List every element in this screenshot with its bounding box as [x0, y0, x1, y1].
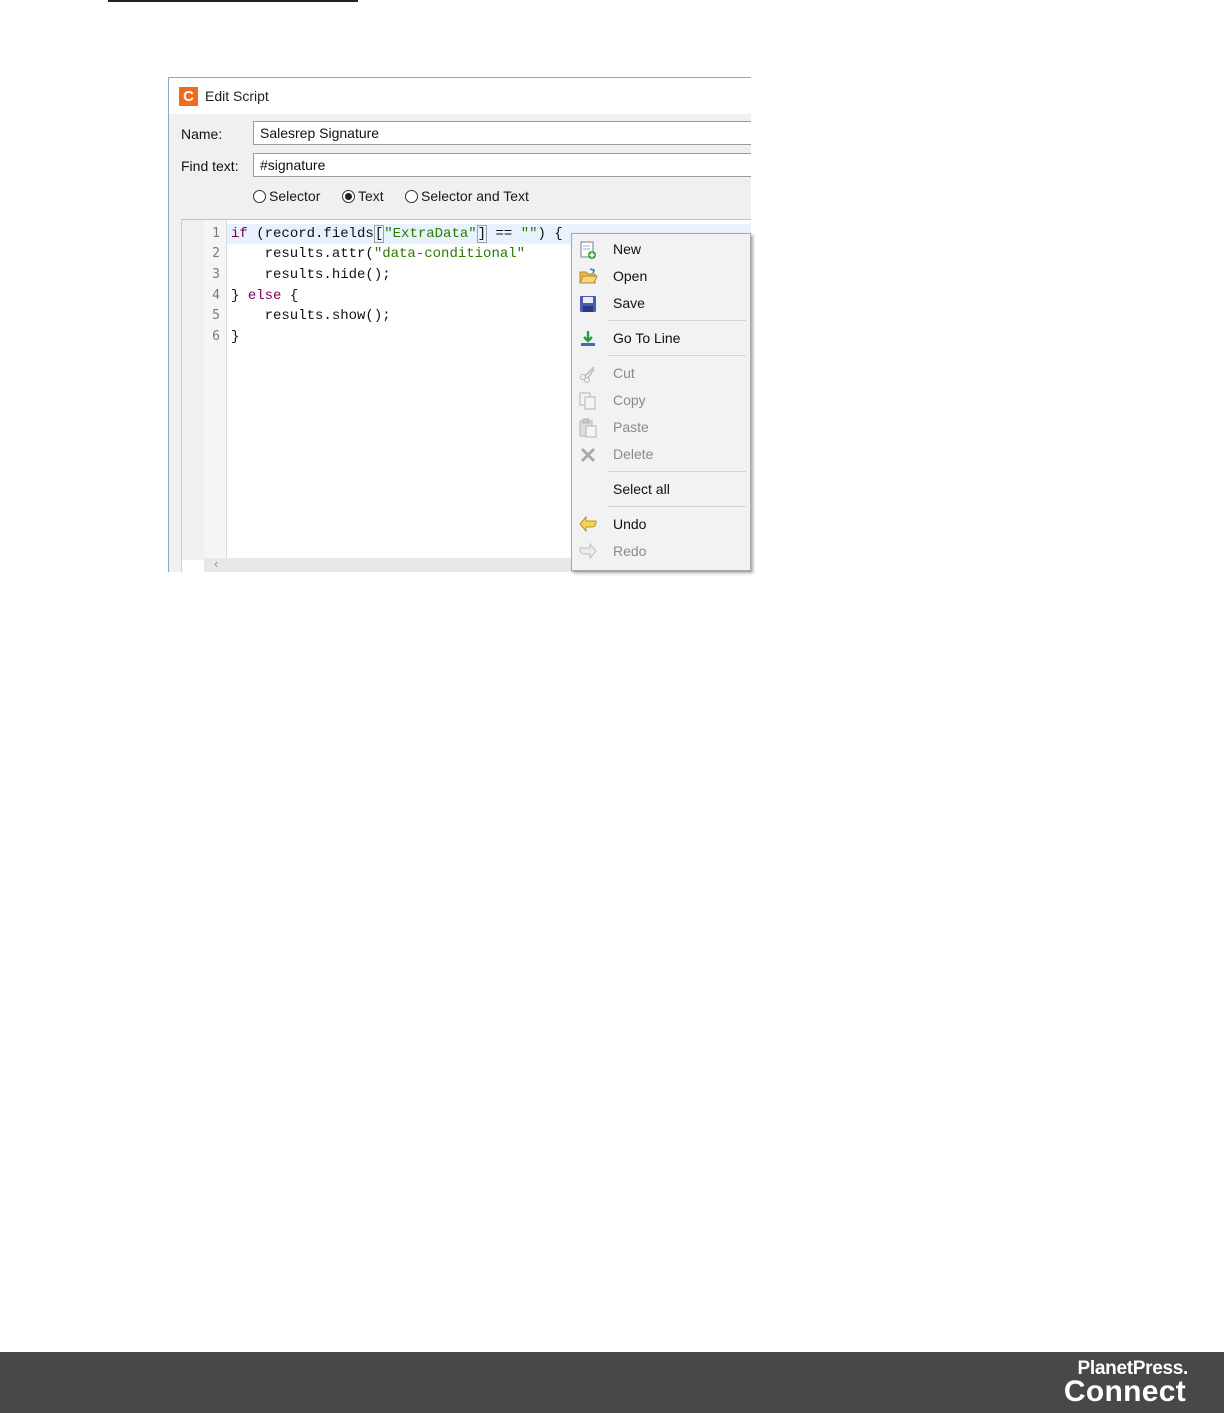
app-logo-icon: C: [179, 87, 198, 106]
radio-circle-icon: [405, 190, 418, 203]
menu-item-copy[interactable]: Copy: [572, 387, 750, 413]
menu-item-label: New: [613, 241, 642, 257]
menu-item-cut[interactable]: Cut: [572, 360, 750, 386]
code-line: results.attr("data-conditional": [231, 246, 526, 262]
line-number: 3: [212, 267, 220, 282]
go-to-line-icon: [581, 331, 595, 346]
menu-item-label: Undo: [613, 516, 647, 532]
menu-item-undo[interactable]: Undo: [572, 511, 750, 537]
menu-item-save[interactable]: Save: [572, 290, 750, 316]
find-text-input[interactable]: #signature: [253, 153, 751, 177]
code-line: } else {: [231, 288, 299, 304]
menu-item-label: Copy: [613, 392, 646, 408]
brand-logo-line2: Connect: [1063, 1375, 1186, 1408]
radio-selected-icon: [342, 190, 355, 203]
menu-item-label: Paste: [613, 419, 649, 435]
copy-icon: [579, 392, 596, 410]
paste-icon: [579, 418, 597, 438]
menu-item-label: Delete: [613, 446, 654, 462]
title-bar: C Edit Script: [169, 78, 751, 114]
dialog-title: Edit Script: [205, 88, 269, 104]
menu-item-new[interactable]: New: [572, 236, 750, 262]
menu-item-label: Cut: [613, 365, 635, 381]
open-folder-icon: [579, 268, 598, 284]
radio-selector-and-text-label: Selector and Text: [421, 188, 529, 204]
menu-item-paste[interactable]: Paste: [572, 414, 750, 440]
radio-selector-label: Selector: [269, 188, 321, 204]
menu-item-delete[interactable]: Delete: [572, 441, 750, 467]
redo-icon: [579, 542, 597, 560]
save-icon: [580, 296, 596, 312]
menu-item-label: Go To Line: [613, 330, 681, 346]
menu-separator: [608, 506, 746, 507]
radio-selector[interactable]: Selector: [253, 188, 320, 204]
name-label: Name:: [181, 126, 223, 142]
code-line: results.show();: [231, 308, 391, 324]
radio-text[interactable]: Text: [342, 188, 384, 204]
code-line: }: [231, 329, 240, 345]
line-number: 4: [212, 288, 220, 303]
menu-separator: [608, 355, 746, 356]
context-menu: New Open Save Go To Line Cut Copy Paste …: [571, 233, 751, 571]
line-number: 1: [212, 226, 220, 241]
menu-separator: [608, 320, 746, 321]
find-text-label: Find text:: [181, 158, 239, 174]
menu-item-open[interactable]: Open: [572, 263, 750, 289]
radio-selector-and-text[interactable]: Selector and Text: [405, 188, 529, 204]
code-line: if (record.fields["ExtraData"] == "") {: [231, 225, 563, 243]
line-numbers: 1 2 3 4 5 6: [204, 220, 227, 558]
menu-item-go-to-line[interactable]: Go To Line: [572, 325, 750, 351]
name-input[interactable]: Salesrep Signature: [253, 121, 751, 145]
scroll-left-arrow-icon[interactable]: ‹: [214, 556, 218, 571]
menu-item-redo[interactable]: Redo: [572, 538, 750, 564]
top-rule: [108, 0, 358, 2]
radio-circle-icon: [253, 190, 266, 203]
line-number: 5: [212, 308, 220, 323]
menu-separator: [608, 471, 746, 472]
delete-icon: [580, 447, 596, 463]
menu-item-select-all[interactable]: Select all: [572, 476, 750, 502]
menu-item-label: Open: [613, 268, 648, 284]
cut-icon: [580, 366, 595, 383]
menu-item-label: Redo: [613, 543, 647, 559]
menu-item-label: Select all: [613, 481, 670, 497]
line-number: 6: [212, 329, 220, 344]
new-file-icon: [580, 241, 596, 259]
code-line: results.hide();: [231, 267, 391, 283]
line-number: 2: [212, 246, 220, 261]
page-footer: PlanetPress. Connect: [0, 1352, 1224, 1413]
undo-icon: [579, 515, 597, 533]
radio-text-label: Text: [358, 188, 384, 204]
menu-item-label: Save: [613, 295, 645, 311]
editor-gutter: [182, 220, 204, 560]
